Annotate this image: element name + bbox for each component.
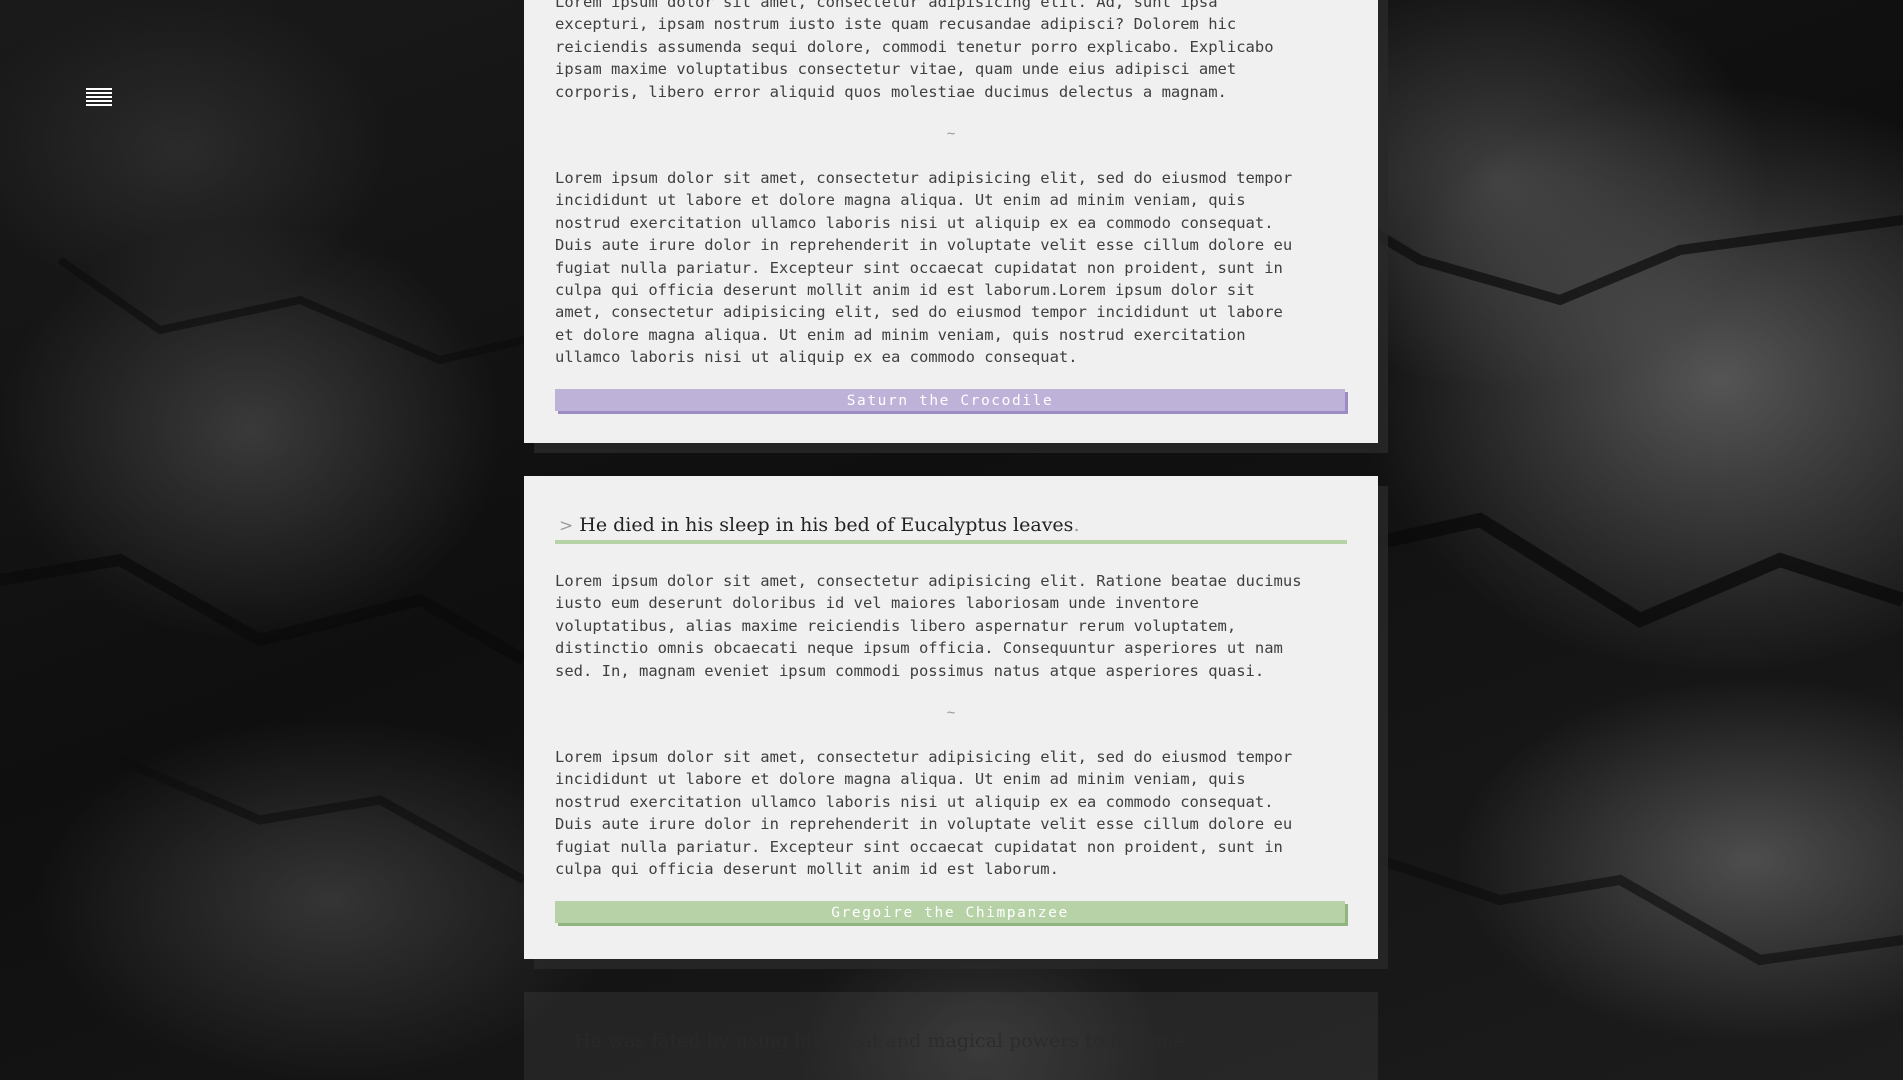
card-paragraph: Lorem ipsum dolor sit amet, consectetur … [555,169,1293,367]
card-title-period: . [1073,514,1080,536]
hamburger-menu-icon [86,88,112,106]
card-paragraph: Lorem ipsum dolor sit amet, consectetur … [555,0,1274,101]
next-card-title: He was fated by using his great and magi… [574,1030,1185,1052]
card-paragraph: Lorem ipsum dolor sit amet, consectetur … [555,572,1302,680]
separator: ~ [946,705,956,722]
story-card: > He died in his sleep in his bed of Euc… [524,476,1378,959]
card-title: > He died in his sleep in his bed of Euc… [555,514,1347,544]
menu-button[interactable] [86,88,112,110]
card-title-text: He died in his sleep in his bed of Eucal… [579,514,1074,536]
story-card: Lorem ipsum dolor sit amet, consectetur … [524,0,1378,443]
card-paragraph: Lorem ipsum dolor sit amet, consectetur … [555,748,1293,879]
chevron-right-icon: > [559,516,574,536]
saturn-the-crocodile-button[interactable]: Saturn the Crocodile [555,388,1345,411]
separator: ~ [946,126,956,143]
gregoire-the-chimpanzee-button[interactable]: Gregoire the Chimpanzee [555,901,1345,924]
